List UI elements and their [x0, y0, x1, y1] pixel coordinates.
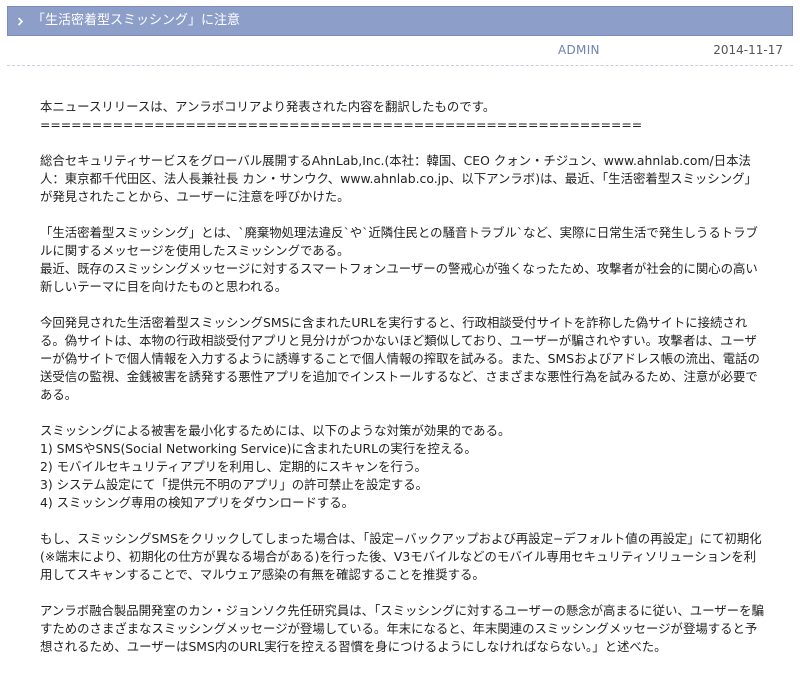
- paragraph-quote: アンラボ融合製品開発室のカン・ジョンソク先任研究員は、「スミッシングに対するユー…: [40, 603, 764, 654]
- countermeasures-list: 1) SMSやSNS(Social Networking Service)に含ま…: [40, 440, 768, 512]
- article-meta: ADMIN 2014-11-17: [0, 43, 800, 61]
- list-item: 1) SMSやSNS(Social Networking Service)に含ま…: [40, 441, 477, 456]
- meta-divider: [7, 65, 793, 66]
- countermeasures-lead: スミッシングによる被害を最小化するためには、以下のような対策が効果的である。: [40, 423, 511, 438]
- intro-paragraph: 本ニュースリリースは、アンラボコリアより発表された内容を翻訳したものです。: [40, 99, 496, 114]
- paragraph-company: 総合セキュリティサービスをグローバル展開するAhnLab,Inc.(本社：韓国、…: [40, 153, 757, 204]
- paragraph-recovery: もし、スミッシングSMSをクリックしてしまった場合は、「設定−バックアップおよび…: [40, 531, 762, 582]
- paragraph-background: 最近、既存のスミッシングメッセージに対するスマートフォンユーザーの警戒心が強くな…: [40, 261, 758, 294]
- author-name: ADMIN: [558, 43, 600, 57]
- article-title: 「生活密着型スミッシング」に注意: [32, 13, 241, 28]
- list-item: 2) モバイルセキュリティアプリを利用し、定期的にスキャンを行う。: [40, 459, 427, 474]
- list-item: 3) システム設定にて「提供元不明のアプリ」の許可禁止を設定する。: [40, 477, 429, 492]
- separator-line: ========================================…: [40, 117, 643, 132]
- post-date: 2014-11-17: [713, 43, 783, 57]
- chevron-right-icon: [17, 6, 24, 36]
- list-item: 4) スミッシング専用の検知アプリをダウンロードする。: [40, 495, 355, 510]
- paragraph-definition: 「生活密着型スミッシング」とは、`廃棄物処理法違反`や`近隣住民との騒音トラブル…: [40, 225, 758, 258]
- article-body: 本ニュースリリースは、アンラボコリアより発表された内容を翻訳したものです。 ==…: [40, 98, 768, 674]
- article-title-bar: 「生活密着型スミッシング」に注意: [7, 6, 793, 36]
- paragraph-attack: 今回発見された生活密着型スミッシングSMSに含まれたURLを実行すると、行政相談…: [40, 315, 760, 402]
